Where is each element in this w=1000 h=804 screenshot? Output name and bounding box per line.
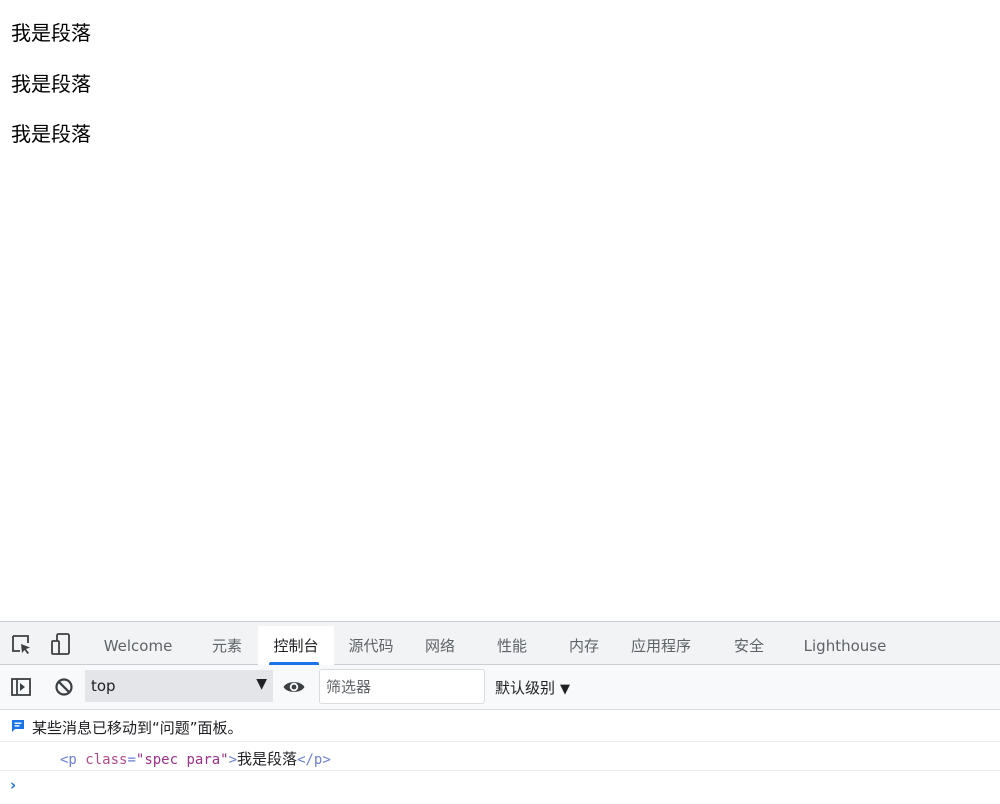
filter-input[interactable] (319, 669, 485, 704)
console-log-entry[interactable]: <p class="spec para">我是段落</p> (0, 742, 1000, 771)
console-output: 某些消息已移动到“问题”面板。 <p class="spec para">我是段… (0, 710, 1000, 804)
log-levels-dropdown[interactable]: 默认级别 ▼ (495, 677, 570, 698)
paragraph: 我是段落 (11, 122, 91, 146)
paragraph: 我是段落 (11, 72, 91, 96)
tab-application[interactable]: 应用程序 (620, 626, 702, 665)
devtools-tabbar: Welcome 元素 控制台 源代码 网络 性能 内存 应用程序 安全 Ligh… (0, 621, 1000, 665)
tab-security[interactable]: 安全 (720, 626, 778, 665)
live-expression-eye-icon[interactable] (280, 673, 308, 701)
tab-sources[interactable]: 源代码 (338, 626, 404, 665)
dropdown-arrow-icon: ▼ (256, 676, 267, 692)
tab-network[interactable]: 网络 (412, 626, 468, 665)
device-toolbar-icon[interactable] (48, 631, 74, 657)
clear-console-icon[interactable] (50, 673, 78, 701)
console-info-message[interactable]: 某些消息已移动到“问题”面板。 (0, 710, 1000, 742)
sidebar-toggle-icon[interactable] (7, 673, 35, 701)
console-prompt-icon[interactable]: › (10, 776, 16, 794)
tab-welcome[interactable]: Welcome (92, 626, 184, 665)
context-selector[interactable]: top ▼ (85, 670, 273, 702)
console-toolbar: top ▼ 默认级别▼ (0, 665, 1000, 710)
tab-lighthouse[interactable]: Lighthouse (796, 626, 894, 665)
info-message-icon (11, 718, 25, 737)
tab-performance[interactable]: 性能 (484, 626, 540, 665)
tab-elements[interactable]: 元素 (198, 626, 256, 665)
inspect-element-icon[interactable] (8, 631, 34, 657)
page-viewport: 我是段落 我是段落 我是段落 (0, 0, 1000, 621)
tab-memory[interactable]: 内存 (556, 626, 612, 665)
paragraph: 我是段落 (11, 21, 91, 45)
dropdown-arrow-icon: ▼ (560, 682, 571, 697)
tab-console[interactable]: 控制台 (258, 626, 334, 665)
devtools-panel: Welcome 元素 控制台 源代码 网络 性能 内存 应用程序 安全 Ligh… (0, 621, 1000, 804)
element-preview[interactable]: <p class="spec para">我是段落</p> (60, 748, 331, 769)
